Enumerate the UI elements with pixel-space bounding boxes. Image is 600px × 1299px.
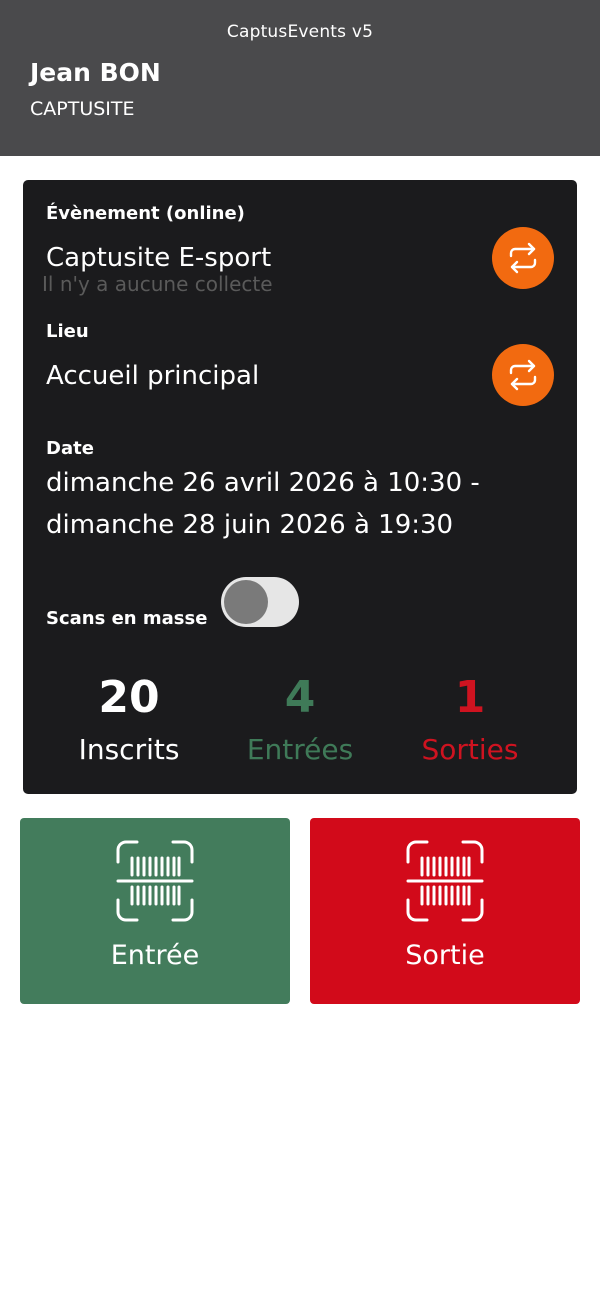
barcode-scan-icon (116, 840, 194, 922)
user-company: CAPTUSITE (30, 98, 135, 120)
app-header: CaptusEvents v5 Jean BON CAPTUSITE (0, 0, 600, 156)
change-location-button[interactable] (492, 344, 554, 406)
entry-scan-button[interactable]: Entrée (20, 818, 290, 1004)
exit-button-label: Sortie (405, 940, 485, 971)
stat-entries-label: Entrées (246, 733, 354, 766)
stat-exits-value: 1 (454, 672, 486, 723)
user-name: Jean BON (30, 58, 161, 87)
app-title: CaptusEvents v5 (226, 22, 374, 42)
entry-button-label: Entrée (110, 940, 200, 971)
stat-entries: 4 Entrées (210, 670, 390, 774)
sync-icon (509, 242, 537, 274)
stat-registered-label: Inscrits (78, 733, 180, 766)
exit-scan-button[interactable]: Sortie (310, 818, 580, 1004)
stat-registered: 20 Inscrits (39, 670, 219, 774)
stat-exits: 1 Sorties (380, 670, 560, 774)
barcode-scan-icon (406, 840, 484, 922)
stat-entries-value: 4 (284, 672, 316, 723)
event-label: Évènement (online) (46, 203, 245, 224)
location-label: Lieu (46, 321, 89, 342)
no-collection-message: Il n'y a aucune collecte (42, 272, 273, 296)
change-event-button[interactable] (492, 227, 554, 289)
date-start: dimanche 26 avril 2026 à 10:30 - (46, 468, 480, 498)
stat-registered-value: 20 (98, 672, 160, 723)
sync-icon (509, 359, 537, 391)
stat-exits-label: Sorties (421, 733, 519, 766)
toggle-knob (224, 580, 268, 624)
location-name: Accueil principal (46, 361, 260, 391)
date-end: dimanche 28 juin 2026 à 19:30 (46, 510, 454, 540)
date-label: Date (46, 438, 94, 459)
bulk-scan-toggle[interactable] (221, 577, 299, 627)
event-info-card: Évènement (online) Captusite E-sport Il … (23, 180, 577, 794)
bulk-scan-label: Scans en masse (46, 608, 208, 629)
